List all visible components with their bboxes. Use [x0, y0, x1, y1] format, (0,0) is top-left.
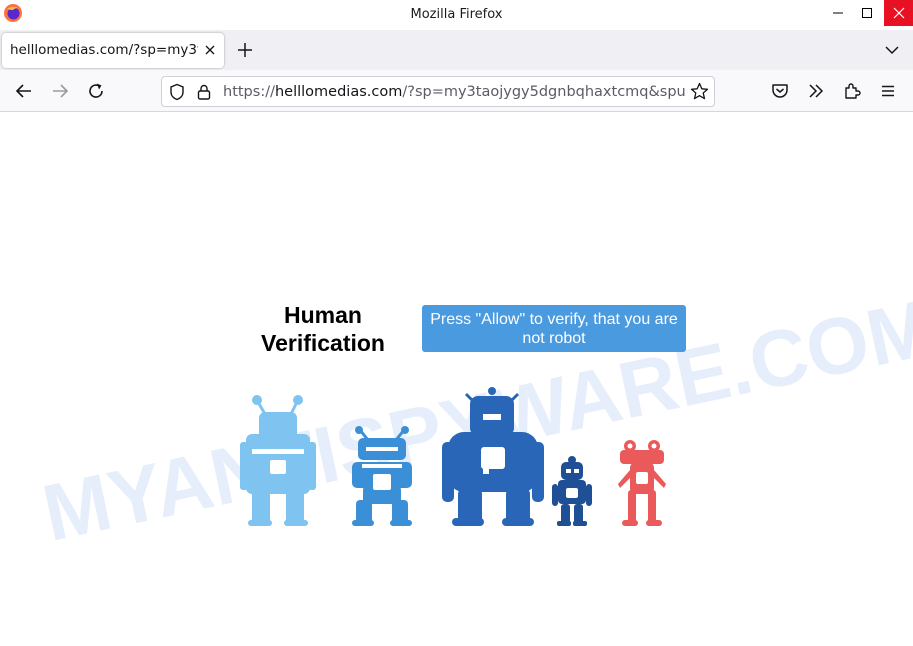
maximize-icon: [862, 8, 872, 18]
tab-title: helllomedias.com/?sp=my3t: [10, 42, 198, 58]
url-scheme: https://: [223, 84, 275, 100]
overflow-menu-button[interactable]: [803, 78, 829, 104]
robot-mid-blue: [352, 426, 412, 526]
close-window-button[interactable]: [884, 0, 913, 26]
robot-dark-blue: [442, 387, 544, 526]
list-all-tabs-button[interactable]: [881, 39, 903, 61]
arrow-left-icon: [15, 84, 31, 98]
hamburger-menu-icon: [882, 85, 894, 97]
close-icon: [893, 7, 904, 19]
title-bar: Mozilla Firefox: [0, 0, 913, 30]
app-menu-button[interactable]: [875, 78, 901, 104]
tab-active[interactable]: helllomedias.com/?sp=my3t: [2, 33, 224, 68]
robot-navy: [552, 456, 592, 526]
tab-close-button[interactable]: [202, 41, 218, 59]
robot-light-blue: [240, 395, 316, 526]
puzzle-piece-icon: [845, 83, 861, 99]
extensions-button[interactable]: [839, 78, 865, 104]
bookmark-star-icon[interactable]: [690, 82, 709, 101]
maximize-button[interactable]: [853, 0, 881, 26]
reload-button[interactable]: [83, 78, 109, 104]
shield-icon[interactable]: [168, 83, 186, 101]
pocket-button[interactable]: [767, 78, 793, 104]
reload-icon: [89, 83, 103, 98]
new-tab-button[interactable]: [234, 39, 256, 61]
arrow-right-icon: [53, 84, 69, 98]
pocket-icon: [772, 84, 788, 98]
robots-illustration: [240, 387, 666, 526]
window-title: Mozilla Firefox: [410, 7, 503, 22]
url-text[interactable]: https://helllomedias.com/?sp=my3taojygy5…: [223, 84, 687, 100]
url-host: helllomedias.com: [274, 84, 403, 100]
forward-button[interactable]: [47, 78, 73, 104]
close-icon: [205, 45, 215, 55]
double-chevron-right-icon: [809, 84, 824, 98]
url-path: /?sp=my3taojygy5dgnbqhaxtcmq&spu=: [402, 84, 687, 100]
page-content: MYANTISPYWARE.COM Human Verification Pre…: [0, 112, 913, 646]
lock-icon[interactable]: [196, 83, 212, 101]
back-button[interactable]: [11, 78, 37, 104]
minimize-icon: [833, 12, 843, 14]
plus-icon: [238, 43, 252, 57]
minimize-button[interactable]: [824, 0, 852, 26]
url-bar[interactable]: https://helllomedias.com/?sp=my3taojygy5…: [161, 76, 715, 107]
robot-red: [618, 440, 666, 526]
chevron-down-icon: [885, 46, 899, 55]
